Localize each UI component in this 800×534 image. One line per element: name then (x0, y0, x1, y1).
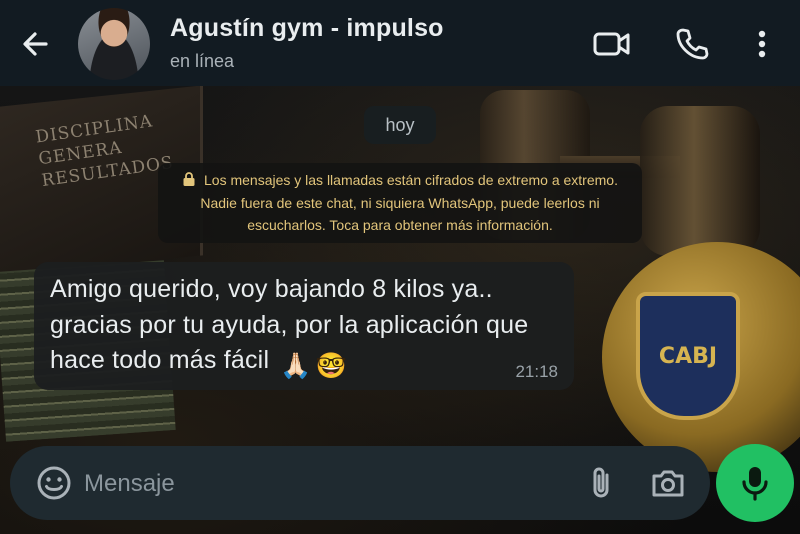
phone-call-icon[interactable] (672, 24, 712, 64)
nerd-face-emoji: 🤓 (315, 352, 348, 380)
badge-text: CABJ (658, 343, 718, 369)
message-composer (10, 446, 710, 520)
contact-status: en línea (170, 51, 235, 71)
more-vert-icon[interactable] (742, 24, 782, 64)
date-chip: hoy (364, 106, 436, 144)
wallpaper-badge: CABJ (636, 292, 740, 420)
camera-icon[interactable] (648, 463, 688, 503)
encryption-notice-text: Los mensajes y las llamadas están cifrad… (200, 171, 618, 233)
avatar[interactable] (78, 8, 150, 80)
lock-icon (182, 171, 196, 194)
message-bubble[interactable]: Amigo querido, voy bajando 8 kilos ya.. … (34, 262, 574, 390)
emoji-icon[interactable] (34, 463, 74, 503)
message-time: 21:18 (515, 362, 558, 381)
praying-hands-emoji: 🙏🏻 (280, 352, 312, 380)
video-call-icon[interactable] (592, 24, 632, 64)
message-text: Amigo querido, voy bajando 8 kilos ya.. … (50, 272, 570, 385)
chat-header: Agustín gym - impulso en línea (0, 0, 800, 86)
back-arrow-icon[interactable] (16, 24, 56, 64)
encryption-notice[interactable]: Los mensajes y las llamadas están cifrad… (158, 163, 642, 243)
microphone-icon (742, 467, 768, 501)
contact-name[interactable]: Agustín gym - impulso (170, 14, 444, 43)
wallpaper-dumbbell (640, 106, 760, 256)
microphone-button[interactable] (716, 444, 794, 522)
attach-icon[interactable] (582, 463, 622, 503)
message-input[interactable] (82, 459, 566, 509)
